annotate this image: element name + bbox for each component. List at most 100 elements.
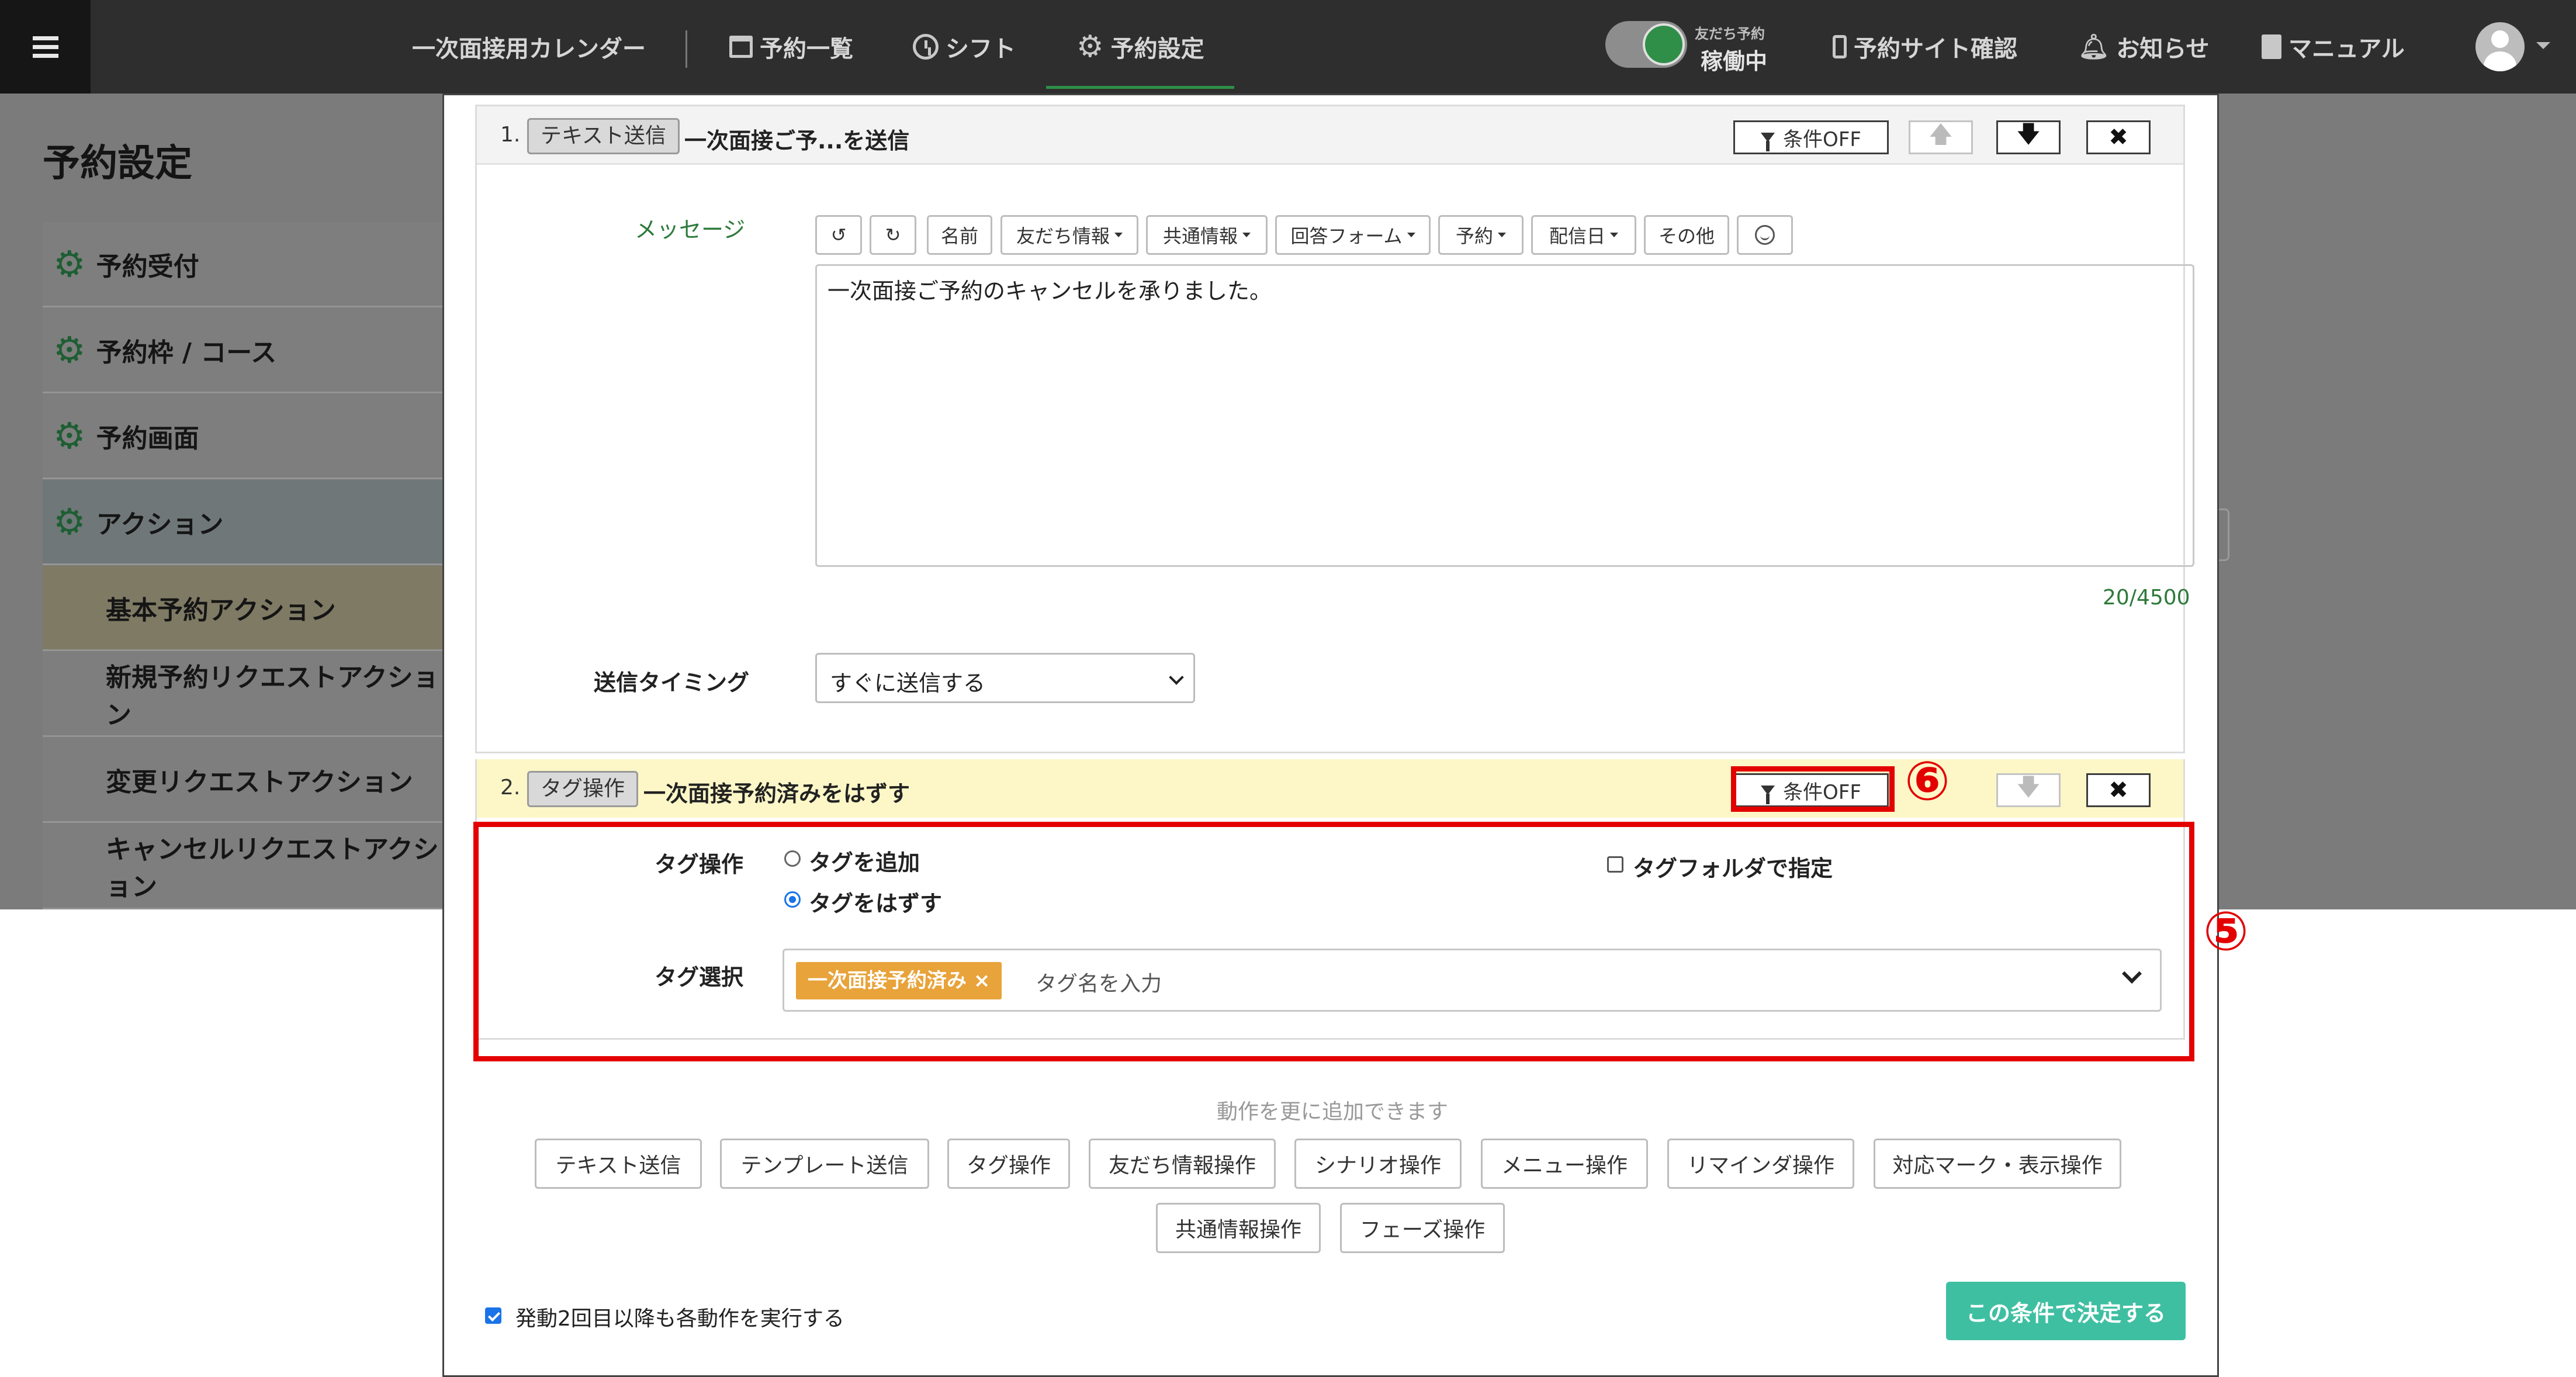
- avatar[interactable]: [2475, 22, 2525, 71]
- friend-info-dropdown[interactable]: 友だち情報: [1000, 215, 1138, 255]
- friend-reservation-toggle[interactable]: [1605, 21, 1687, 68]
- add-common-info-operation-button[interactable]: 共通情報操作: [1156, 1203, 1321, 1253]
- other-button[interactable]: その他: [1644, 215, 1729, 255]
- add-menu-operation-button[interactable]: メニュー操作: [1481, 1139, 1648, 1189]
- redo-icon: ↻: [885, 224, 901, 246]
- caret-down-icon: [1610, 233, 1618, 237]
- arrow-down-icon: 🡇: [2016, 121, 2041, 148]
- add-template-send-button[interactable]: テンプレート送信: [720, 1139, 929, 1189]
- highlight-box-condition: [1731, 766, 1895, 812]
- char-counter: 20/4500: [2103, 586, 2190, 610]
- timing-label: 送信タイミング: [594, 670, 750, 696]
- sidebar-item-actions[interactable]: ⚙ アクション: [43, 480, 452, 565]
- timing-select-value: すぐに送信する: [830, 670, 986, 696]
- nav-item-label: お知らせ: [2116, 36, 2210, 63]
- move-up-button[interactable]: 🡅: [1909, 120, 1973, 154]
- nav-item-label: 予約サイト確認: [1854, 36, 2017, 63]
- toolbar-label: 共通情報: [1162, 225, 1238, 247]
- answer-form-dropdown[interactable]: 回答フォーム: [1275, 215, 1431, 255]
- add-scenario-operation-button[interactable]: シナリオ操作: [1294, 1139, 1462, 1189]
- phone-icon: [1833, 35, 1847, 58]
- add-phase-operation-button[interactable]: フェーズ操作: [1340, 1203, 1505, 1253]
- hamburger-icon: [32, 36, 58, 58]
- undo-icon: ↺: [830, 224, 847, 246]
- caret-down-icon: [1242, 233, 1251, 237]
- nav-item-shift[interactable]: シフト: [913, 0, 1016, 94]
- nav-item-label: マニュアル: [2288, 36, 2405, 63]
- nav-item-manual[interactable]: マニュアル: [2262, 0, 2405, 94]
- insert-name-button[interactable]: 名前: [927, 215, 992, 255]
- action-number: 2.: [500, 776, 521, 800]
- common-info-dropdown[interactable]: 共通情報: [1146, 215, 1268, 255]
- delivery-date-dropdown[interactable]: 配信日: [1531, 215, 1636, 255]
- nav-item-label: シフト: [946, 36, 1016, 63]
- gear-icon: ⚙: [1076, 29, 1104, 64]
- repeat-actions-label: 発動2回目以降も各動作を実行する: [515, 1307, 844, 1331]
- message-textarea[interactable]: 一次面接ご予約のキャンセルを承りました。: [815, 264, 2194, 567]
- gear-icon: ⚙: [53, 414, 86, 457]
- sidebar-subitem-cancel-request[interactable]: キャンセルリクエストアクション: [43, 824, 452, 909]
- book-icon: [2262, 34, 2281, 59]
- add-friend-info-operation-button[interactable]: 友だち情報操作: [1089, 1139, 1276, 1189]
- message-label: メッセージ: [635, 217, 746, 243]
- nav-item-site-check[interactable]: 予約サイト確認: [1833, 0, 2017, 94]
- sidebar-subitem-change-request[interactable]: 変更リクエストアクション: [43, 738, 452, 823]
- emoji-icon: [1755, 225, 1775, 245]
- sidebar-item-slots-courses[interactable]: ⚙ 予約枠 / コース: [43, 308, 452, 393]
- move-down-button[interactable]: 🡇: [1996, 120, 2061, 154]
- annotation-number-five: ⑤: [2203, 900, 2249, 963]
- redo-button[interactable]: ↻: [870, 215, 916, 255]
- action-type-badge: タグ操作: [527, 771, 639, 807]
- sidebar-item-label: 新規予約リクエストアクション: [106, 662, 439, 730]
- caret-down-icon: [1407, 233, 1415, 237]
- add-mark-display-operation-button[interactable]: 対応マーク・表示操作: [1874, 1139, 2121, 1189]
- sidebar-subitem-basic-action[interactable]: 基本予約アクション: [43, 566, 452, 651]
- chevron-down-icon[interactable]: [2536, 42, 2550, 49]
- submit-condition-button[interactable]: この条件で決定する: [1946, 1282, 2186, 1340]
- nav-item-reservation-settings[interactable]: ⚙ 予約設定: [1076, 0, 1204, 94]
- gear-icon: ⚙: [53, 500, 86, 543]
- timing-select[interactable]: すぐに送信する: [815, 653, 1195, 703]
- sidebar-item-label: 予約枠 / コース: [96, 337, 277, 368]
- delete-action-button[interactable]: ✖: [2086, 773, 2151, 807]
- nav-item-label: 予約設定: [1110, 36, 1204, 63]
- chevron-down-icon: [1169, 670, 1184, 685]
- nav-item-notifications[interactable]: 🔔︎ お知らせ: [2078, 0, 2210, 94]
- toolbar-label: 友だち情報: [1016, 225, 1110, 247]
- close-icon: ✖: [2108, 124, 2128, 151]
- sidebar-item-label: 変更リクエストアクション: [106, 767, 413, 797]
- toolbar-label: 名前: [940, 225, 978, 247]
- undo-button[interactable]: ↺: [815, 215, 862, 255]
- emoji-button[interactable]: [1737, 215, 1793, 255]
- arrow-up-icon: 🡅: [1928, 121, 1953, 148]
- condition-toggle-button[interactable]: 条件OFF: [1733, 120, 1889, 154]
- sidebar-item-reservation-accept[interactable]: ⚙ 予約受付: [43, 222, 452, 307]
- gear-icon: ⚙: [53, 328, 86, 371]
- menu-button[interactable]: [0, 0, 91, 94]
- action-settings-modal: 1. テキスト送信 一次面接ご予...を送信 条件OFF 🡅 🡇 ✖ メッセージ…: [442, 94, 2249, 1377]
- clock-icon: [913, 34, 939, 60]
- close-icon: ✖: [2108, 777, 2128, 804]
- action-number: 1.: [500, 123, 521, 147]
- sidebar-item-label: 基本予約アクション: [106, 595, 336, 625]
- sidebar-item-label: アクション: [96, 509, 224, 539]
- toolbar-label: 配信日: [1549, 225, 1605, 247]
- sidebar-item-label: 予約受付: [96, 251, 199, 282]
- action-card-text-send: 1. テキスト送信 一次面接ご予...を送信 条件OFF 🡅 🡇 ✖ メッセージ…: [475, 105, 2194, 753]
- add-text-send-button[interactable]: テキスト送信: [535, 1139, 702, 1189]
- add-tag-operation-button[interactable]: タグ操作: [947, 1139, 1070, 1189]
- sidebar-item-reservation-screen[interactable]: ⚙ 予約画面: [43, 394, 452, 479]
- nav-item-reservation-list[interactable]: 予約一覧: [729, 0, 853, 94]
- move-down-button[interactable]: 🡇: [1996, 773, 2061, 807]
- condition-label: 条件OFF: [1783, 127, 1861, 151]
- sidebar-subitem-new-request[interactable]: 新規予約リクエストアクション: [43, 652, 452, 737]
- highlight-box-tag-settings: [473, 822, 2194, 1061]
- reservation-dropdown[interactable]: 予約: [1438, 215, 1524, 255]
- nav-divider: [685, 30, 687, 68]
- action-type-badge: テキスト送信: [527, 118, 680, 154]
- gear-icon: ⚙: [53, 242, 86, 285]
- toggle-caption: 友だち予約: [1695, 26, 1765, 42]
- repeat-actions-checkbox[interactable]: [485, 1307, 501, 1324]
- add-reminder-operation-button[interactable]: リマインダ操作: [1667, 1139, 1854, 1189]
- delete-action-button[interactable]: ✖: [2086, 120, 2151, 154]
